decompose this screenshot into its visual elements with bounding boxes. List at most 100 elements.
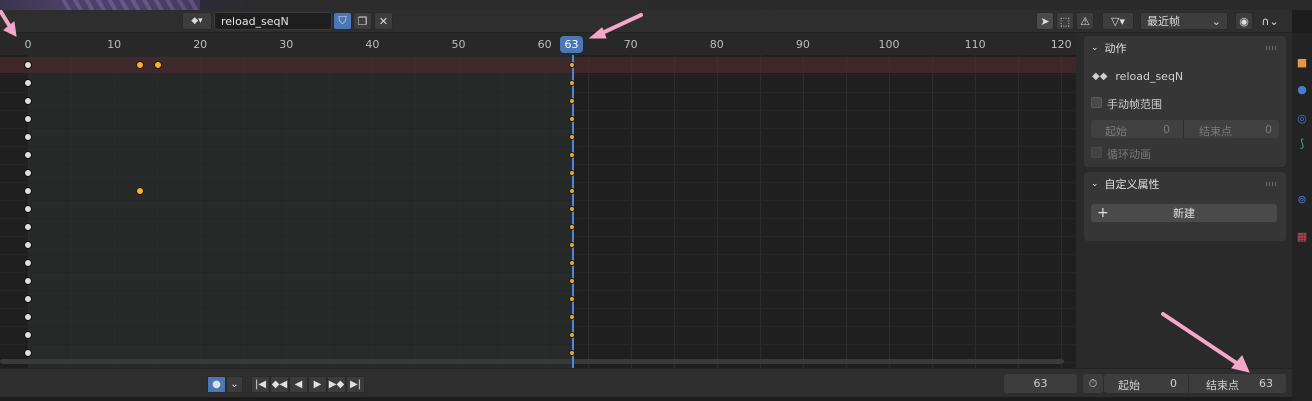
keying-dropdown[interactable]: ⌄ [226,376,243,393]
keyframe-selected[interactable] [569,116,575,122]
keyframe-selected[interactable] [569,332,575,338]
current-frame-field[interactable]: 63 [1004,374,1077,393]
keyframe-selected[interactable] [569,98,575,104]
duplicate-action-button[interactable]: ❐ [353,12,372,30]
channel-row-divider [0,182,1076,183]
world-icon[interactable]: ◎ [1296,112,1308,125]
keyframe[interactable] [24,313,32,321]
keyframe-selected[interactable] [569,278,575,284]
grid-line [71,55,73,368]
start-frame-field[interactable]: 起始 0 [1104,374,1188,393]
keyframe[interactable] [24,241,32,249]
keyframe[interactable] [24,61,32,69]
channel-row-divider [0,128,1076,129]
keyframe[interactable] [24,79,32,87]
grid-line [716,55,718,368]
play-reverse-button[interactable]: ◀ [289,376,308,393]
next-keyframe-button[interactable]: ▶◆ [327,376,346,393]
keyframe[interactable] [24,277,32,285]
drag-grip-icon[interactable] [1266,46,1278,50]
play-icon: ▶ [313,379,322,390]
unlink-action-button[interactable]: ✕ [374,12,393,30]
action-browse-button[interactable]: ◆▾ [182,12,212,30]
end-frame-field[interactable]: 结束点 63 [1189,374,1286,393]
keyframe-selected[interactable] [569,314,575,320]
chevron-down-icon: ⌄ [1091,179,1099,189]
new-property-button[interactable]: + 新建 [1091,204,1277,222]
channel-row-divider [0,74,1076,75]
keyframe[interactable] [24,349,32,357]
keyframe-selected[interactable] [569,62,575,68]
channel-row-divider [0,200,1076,201]
record-icon: ● [212,379,221,390]
keyframe-selected[interactable] [569,80,575,86]
select-tool-button[interactable]: ➤ [1036,12,1054,30]
horizontal-scrollbar[interactable] [0,359,1064,364]
falloff-dropdown[interactable]: ∩⌄ [1255,12,1285,30]
prev-keyframe-button[interactable]: ◆◀ [270,376,289,393]
action-panel-header[interactable]: ⌄ 动作 [1084,36,1286,60]
keyframe-selected[interactable] [569,152,575,158]
fake-user-shield-button[interactable]: ⛉ [333,12,352,30]
keyframe-selected[interactable] [569,206,575,212]
keyframe-selected[interactable] [569,224,575,230]
keyframe-area[interactable] [0,55,1076,368]
custom-props-header[interactable]: ⌄ 自定义属性 [1084,172,1286,196]
keyframe[interactable] [24,205,32,213]
keyframe-selected[interactable] [569,260,575,266]
jump-start-button[interactable]: |◀ [251,376,270,393]
cyclic-checkbox[interactable] [1091,147,1102,158]
keyframe[interactable] [24,259,32,267]
keyframe-selected[interactable] [569,350,575,356]
keyframe-selected[interactable] [569,296,575,302]
action-name-field[interactable]: reload_seqN [214,12,332,30]
modifier-icon[interactable]: ⟆ [1296,137,1308,150]
scene-icon[interactable]: ● [1296,83,1308,96]
keyframe-selected[interactable] [569,242,575,248]
keyframe-selected[interactable] [569,134,575,140]
keyframe[interactable] [24,133,32,141]
end-frame-label: 结束点 [1206,379,1239,392]
end-value[interactable]: 0 [1265,123,1272,136]
keyframe-selected[interactable] [569,188,575,194]
start-value[interactable]: 0 [1163,123,1170,136]
drag-grip-icon[interactable] [1266,182,1278,186]
ruler-tick-110: 110 [964,38,986,51]
grid-line [1018,55,1020,368]
current-frame-value: 63 [1033,377,1048,390]
play-button[interactable]: ▶ [308,376,327,393]
jump-end-button[interactable]: ▶| [346,376,365,393]
jump-start-icon: |◀ [254,379,267,390]
grid-line [372,55,374,368]
keyframe[interactable] [24,115,32,123]
keyframe[interactable] [24,97,32,105]
texture-icon[interactable]: ▦ [1296,230,1308,243]
viewport-decoration [60,0,200,10]
keyframe[interactable] [24,187,32,195]
keyframe[interactable] [24,169,32,177]
keyframe-selected[interactable] [136,187,144,195]
box-select-button[interactable]: ⬚ [1056,12,1074,30]
keyframe-selected[interactable] [136,61,144,69]
keyframe-selected[interactable] [569,170,575,176]
proportional-edit-button[interactable]: ◉ [1235,12,1253,30]
action-name-label: reload_seqN [1115,70,1184,83]
keyframe[interactable] [24,331,32,339]
frame-ruler[interactable]: 0 10 20 30 40 50 60 70 80 90 100 110 120 [0,33,1076,55]
keyframe[interactable] [24,151,32,159]
object-icon[interactable]: ■ [1296,56,1308,69]
next-keyframe-icon: ▶◆ [328,379,345,390]
warning-button[interactable]: ⚠ [1076,12,1094,30]
filter-button[interactable]: ▽▾ [1102,12,1134,30]
physics-icon[interactable]: ⊚ [1296,193,1308,206]
interpolation-dropdown[interactable]: 最近帧 ⌄ [1140,12,1228,30]
current-frame-indicator[interactable]: 63 [560,36,583,53]
falloff-curve-icon: ∩⌄ [1261,14,1279,28]
keyframe[interactable] [24,295,32,303]
manual-range-checkbox[interactable] [1091,97,1102,108]
keyframe[interactable] [24,223,32,231]
keyframe-selected[interactable] [154,61,162,69]
preview-range-button[interactable]: ⏱ [1083,374,1103,393]
auto-keying-button[interactable]: ● [207,376,226,393]
chevron-down-icon: ⌄ [1211,14,1221,28]
